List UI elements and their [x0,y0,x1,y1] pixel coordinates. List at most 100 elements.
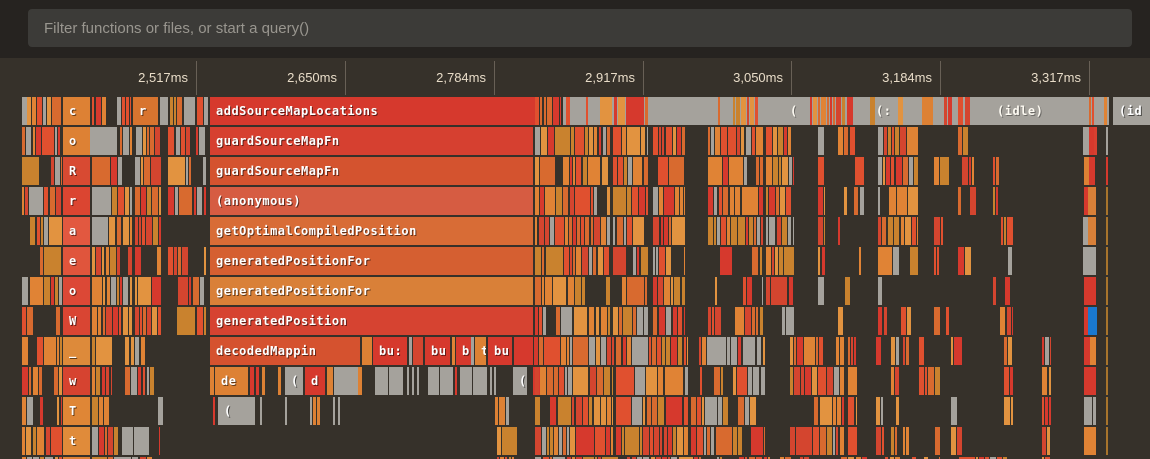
stripe-bar[interactable] [756,307,758,335]
stripe-bar[interactable] [147,127,149,155]
stripe-bar[interactable] [577,217,580,245]
stripe-bar[interactable] [844,127,848,155]
stripe-bar[interactable] [646,367,657,395]
stripe-bar[interactable] [540,367,546,395]
stripe-bar[interactable] [112,187,117,215]
stripe-bar[interactable] [733,97,735,125]
stripe-bar[interactable] [850,127,855,155]
stripe-bar[interactable] [1084,277,1096,305]
stripe-bar[interactable] [147,307,151,335]
stripe-bar[interactable] [1008,337,1012,365]
stripe-bar[interactable] [176,127,180,155]
stripe-bar[interactable] [907,127,918,155]
stripe-bar[interactable] [675,187,679,215]
stripe-bar[interactable] [119,307,121,335]
stripe-bar[interactable] [553,277,566,305]
stripe-bar[interactable] [502,427,517,455]
stripe-bar[interactable] [658,367,663,395]
stripe-bar[interactable] [197,97,203,125]
stripe-bar[interactable] [1093,397,1096,425]
stripe-bar[interactable] [766,187,768,215]
stripe-bar[interactable] [29,187,43,215]
stripe-bar[interactable] [790,367,793,395]
stripe-bar[interactable] [735,187,740,215]
stripe-bar[interactable] [613,247,626,275]
stripe-bar[interactable] [759,187,763,215]
stripe-bar[interactable] [876,427,881,455]
stripe-bar[interactable] [96,97,101,125]
stripe-bar[interactable] [775,247,778,275]
stripe-bar[interactable] [413,337,423,365]
stripe-bar[interactable] [514,337,533,365]
stripe-bar[interactable] [624,157,627,185]
stripe-bar[interactable] [716,427,732,455]
stripe-bar[interactable] [639,187,645,215]
stripe-bar[interactable] [92,187,111,215]
stripe-bar[interactable] [27,397,33,425]
stripe-bar[interactable] [556,187,562,215]
stripe-bar[interactable] [951,337,953,365]
stripe-bar[interactable] [708,157,722,185]
stripe-bar[interactable] [635,367,645,395]
stripe-bar[interactable] [99,397,103,425]
stripe-bar[interactable] [894,217,899,245]
stripe-bar[interactable] [645,97,648,125]
stripe-bar[interactable] [495,397,498,425]
stripe-bar[interactable] [26,427,31,455]
stripe-bar[interactable] [878,247,892,275]
stripe-bar[interactable] [760,307,763,335]
stripe-bar[interactable] [566,97,570,125]
stripe-bar[interactable] [618,97,625,125]
stripe-bar[interactable] [22,367,28,395]
stripe-bar[interactable] [117,277,119,305]
stripe-bar[interactable] [573,337,588,365]
stripe-bar[interactable] [1106,427,1108,455]
stripe-bar[interactable] [951,427,956,455]
stripe-bar[interactable] [554,427,558,455]
stripe-bar[interactable] [669,157,684,185]
stripe-bar[interactable] [334,367,358,395]
stripe-bar[interactable] [993,277,996,305]
stripe-bar[interactable] [1088,217,1096,245]
stripe-bar[interactable] [452,337,455,365]
stripe-bar[interactable] [570,187,574,215]
stripe-bar[interactable] [204,187,206,215]
stripe-bar[interactable] [1050,337,1051,365]
flame-bar[interactable]: ( [513,367,527,395]
stripe-bar[interactable] [914,157,918,185]
stripe-bar[interactable] [535,397,540,425]
stripe-bar[interactable] [641,127,645,155]
stripe-bar[interactable] [189,157,191,185]
stripe-bar[interactable] [953,97,956,125]
stripe-bar[interactable] [820,427,826,455]
stripe-bar[interactable] [972,157,974,185]
stripe-bar[interactable] [827,427,832,455]
stripe-bar[interactable] [98,307,101,335]
stripe-bar[interactable] [951,397,957,425]
stripe-bar[interactable] [757,337,761,365]
stripe-bar[interactable] [721,367,723,395]
stripe-bar[interactable] [51,427,62,455]
stripe-bar[interactable] [747,97,749,125]
stripe-bar[interactable] [836,337,839,365]
stripe-bar[interactable] [684,247,685,275]
stripe-bar[interactable] [125,337,129,365]
stripe-bar[interactable] [118,187,124,215]
stripe-bar[interactable] [773,157,778,185]
stripe-bar[interactable] [573,157,575,185]
stripe-bar[interactable] [896,397,899,425]
stripe-bar[interactable] [497,427,501,455]
stripe-bar[interactable] [745,307,751,335]
stripe-bar[interactable] [884,127,887,155]
stripe-bar[interactable] [542,277,544,305]
stripe-bar[interactable] [30,277,43,305]
stripe-bar[interactable] [197,187,202,215]
stripe-bar[interactable] [558,397,571,425]
stripe-bar[interactable] [37,427,44,455]
stripe-bar[interactable] [963,127,968,155]
stripe-bar[interactable] [919,367,924,395]
stripe-bar[interactable] [546,247,563,275]
stripe-bar[interactable] [178,277,188,305]
flame-bar[interactable]: addSourceMapLocations [210,97,536,125]
stripe-bar[interactable] [92,397,98,425]
